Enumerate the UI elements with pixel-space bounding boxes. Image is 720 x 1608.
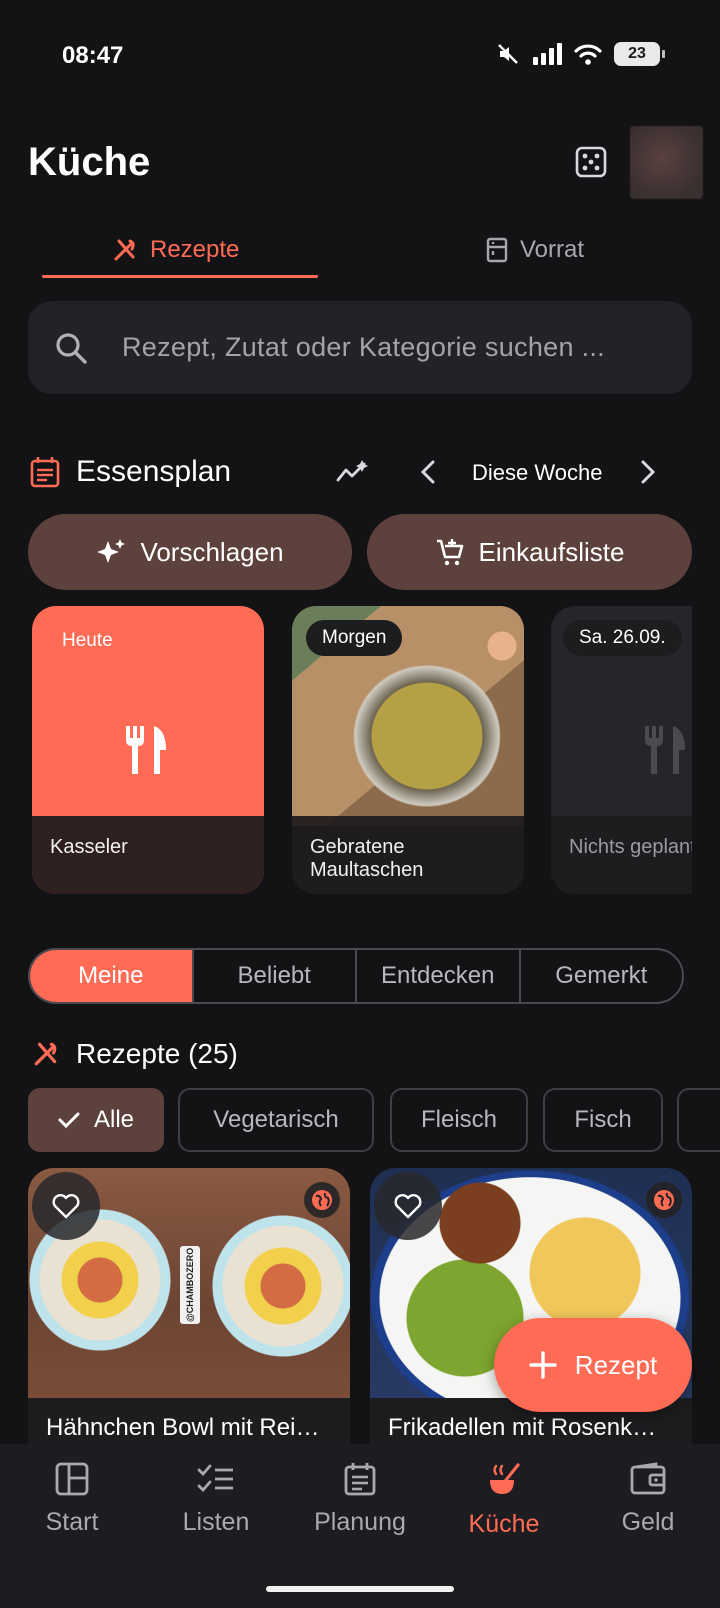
shopping-list-button[interactable]: Einkaufsliste [367,514,692,590]
nav-label: Geld [621,1508,675,1536]
utensils-icon [34,1042,57,1066]
category-chip-all[interactable]: Alle [28,1088,164,1152]
avatar[interactable] [630,126,703,199]
globe-icon [312,1190,332,1210]
favorite-button[interactable] [374,1172,442,1240]
add-recipe-button[interactable]: Rezept [494,1318,692,1412]
category-chip-more[interactable] [677,1088,720,1152]
search-placeholder: Rezept, Zutat oder Kategorie suchen ... [122,332,605,362]
nav-planning[interactable]: Planung [288,1462,432,1537]
status-time: 08:47 [62,42,124,69]
battery-indicator: 23 [614,42,665,66]
segment-saved[interactable]: Gemerkt [521,950,683,1002]
photo-watermark: @CHAMBOZERO [180,1246,200,1324]
nav-label: Start [45,1508,99,1536]
mute-icon [498,44,518,64]
nav-lists[interactable]: Listen [144,1462,288,1537]
signal-icon [533,43,562,65]
day-card-tomorrow[interactable]: Morgen Gebratene Maultaschen [292,606,524,894]
nav-label: Planung [314,1508,406,1536]
calendar-icon [344,1463,376,1496]
dashboard-icon [55,1462,89,1496]
day-card-saturday[interactable]: Sa. 26.09. Nichts geplant [551,606,692,894]
day-label: Heute [62,630,113,651]
tab-stock[interactable]: Vorrat [486,232,584,268]
meal-name: Kasseler [32,816,264,894]
search-input[interactable]: Rezept, Zutat oder Kategorie suchen ... [28,301,692,394]
favorite-button[interactable] [32,1172,100,1240]
day-badge: Morgen [306,620,403,656]
meal-plan-title: Essensplan [76,455,232,488]
shopping-list-label: Einkaufsliste [478,536,625,567]
heart-icon [52,1194,80,1219]
recipe-source-segmented: Meine Beliebt Entdecken Gemerkt [28,948,684,1004]
nav-start[interactable]: Start [0,1462,144,1537]
plus-icon [529,1351,557,1379]
recipes-title: Rezepte (25) [76,1038,238,1069]
public-recipe-badge [646,1182,682,1218]
search-icon [56,332,87,364]
chevron-left-icon[interactable] [420,460,436,484]
nav-label: Listen [182,1508,250,1536]
heart-icon [394,1194,422,1219]
suggest-button[interactable]: Vorschlagen [28,514,352,590]
cart-add-icon [436,539,463,566]
chip-label: Alle [93,1106,135,1133]
category-chip-fish[interactable]: Fisch [543,1088,663,1152]
chevron-right-icon[interactable] [640,460,656,484]
pantry-icon [486,237,508,263]
tab-indicator [42,275,318,278]
cooking-icon [490,1463,520,1494]
segment-discover[interactable]: Entdecken [357,950,521,1002]
check-icon [58,1112,80,1129]
wifi-icon [574,44,602,65]
page-title: Küche [28,140,151,184]
segment-mine[interactable]: Meine [30,950,194,1002]
meal-name: Gebratene Maultaschen [292,816,524,894]
nav-money[interactable]: Geld [576,1462,720,1537]
segment-popular[interactable]: Beliebt [194,950,357,1002]
recipe-title: Hähnchen Bowl mit Rei… [46,1414,320,1441]
bottom-navigation: Start Listen Planung Küche Geld [0,1444,720,1608]
wallet-icon [630,1462,666,1495]
suggest-label: Vorschlagen [140,536,284,567]
recipe-card[interactable]: @CHAMBOZERO Hähnchen Bowl mit Rei… [28,1168,350,1468]
tab-label: Rezepte [150,236,240,263]
home-indicator [266,1586,454,1592]
cutlery-icon [645,726,685,774]
tab-label: Vorrat [520,236,585,263]
nav-kitchen[interactable]: Küche [432,1462,576,1539]
globe-icon [654,1190,674,1210]
cutlery-icon [126,726,166,774]
public-recipe-badge [304,1182,340,1218]
day-badge: Sa. 26.09. [563,620,682,656]
recipe-title: Frikadellen mit Rosenk… [388,1414,657,1441]
dice-icon[interactable] [575,146,607,178]
meal-name: Nichts geplant [551,816,692,894]
tab-recipes[interactable]: Rezepte [112,232,239,268]
sparkles-icon [97,539,126,563]
checklist-icon [197,1464,233,1493]
calendar-icon [30,457,60,488]
status-icons: 23 [496,42,665,66]
day-card-today[interactable]: Heute Kasseler [32,606,264,894]
nav-label: Küche [468,1510,540,1538]
category-chip-meat[interactable]: Fleisch [390,1088,528,1152]
trend-icon[interactable] [336,458,370,484]
add-recipe-label: Rezept [574,1349,658,1380]
week-label: Diese Woche [472,460,603,485]
category-chip-vegetarian[interactable]: Vegetarisch [178,1088,374,1152]
utensils-icon [114,239,135,261]
